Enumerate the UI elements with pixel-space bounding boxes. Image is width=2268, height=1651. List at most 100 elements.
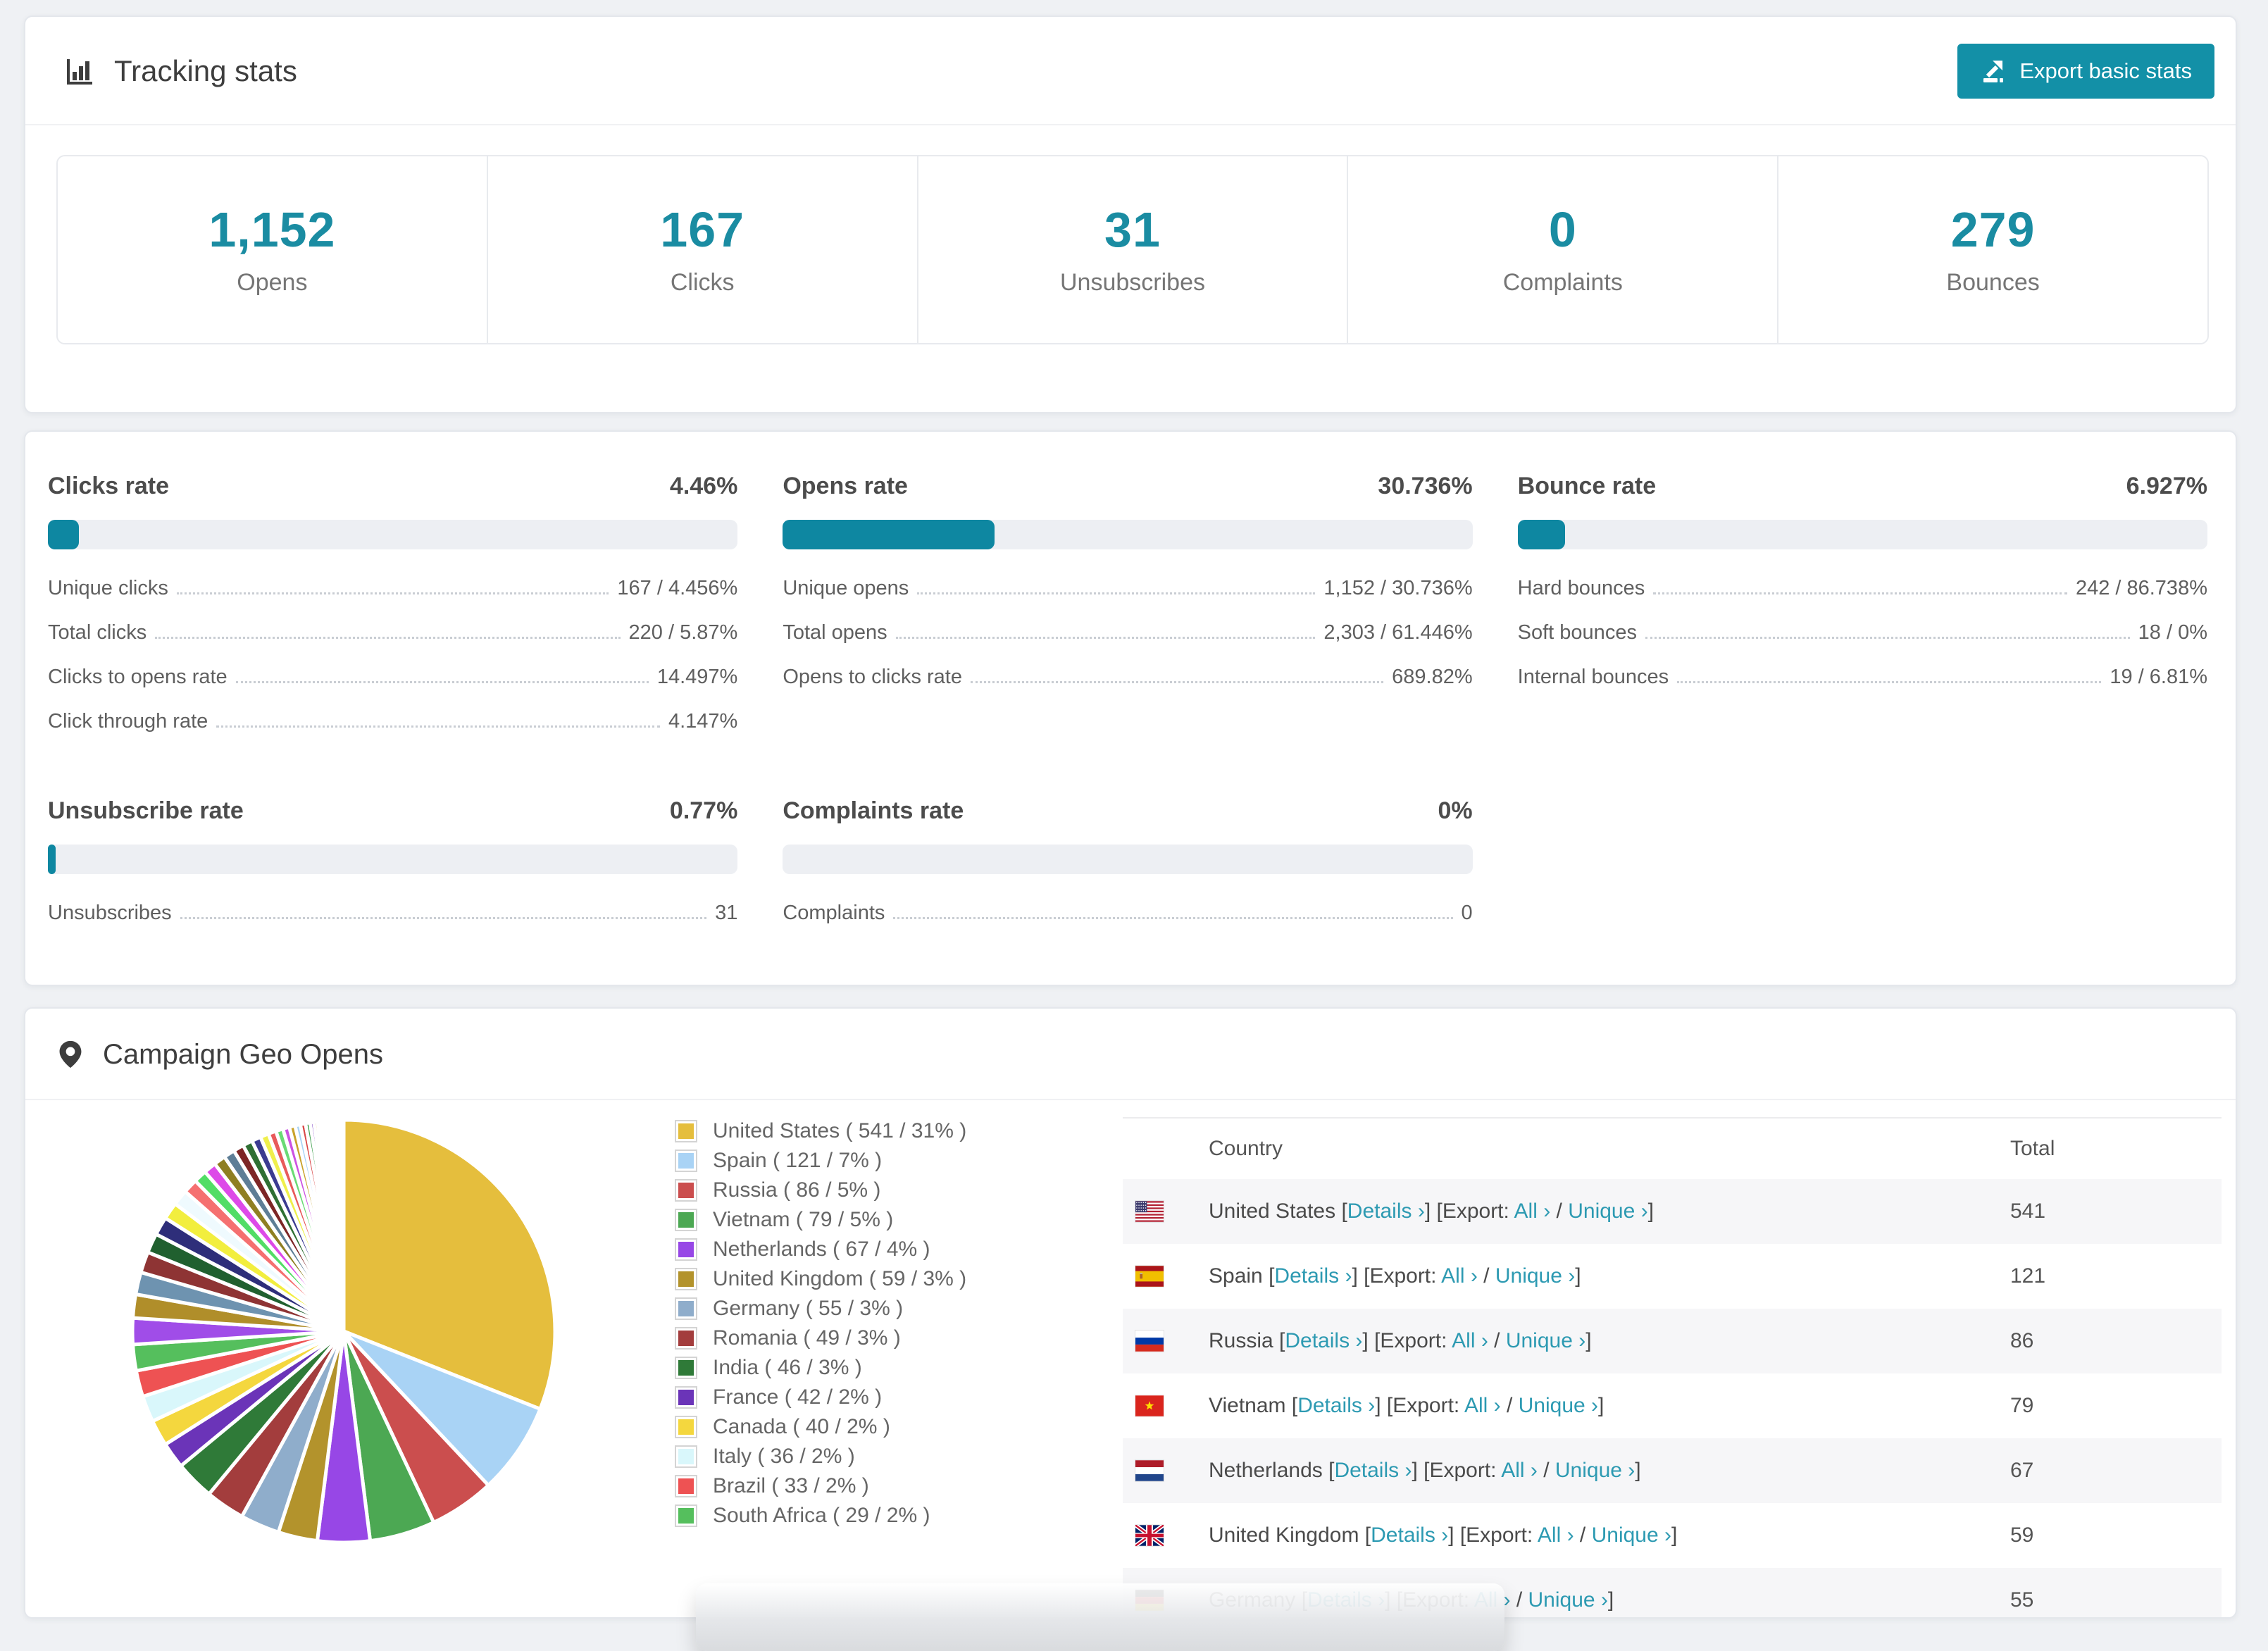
stat-value: 279 bbox=[1950, 202, 2036, 257]
rate-detail-rows: Unique clicks 167 / 4.456% Total clicks 220… bbox=[48, 566, 737, 744]
legend-item: Brazil ( 33 / 2% ) bbox=[675, 1471, 1097, 1501]
rate-detail-row: Opens to clicks rate 689.82% bbox=[783, 666, 1473, 688]
geo-section-header: Campaign Geo Opens bbox=[25, 1009, 2236, 1100]
details-link[interactable]: Details › bbox=[1334, 1459, 1412, 1482]
legend-swatch-icon bbox=[675, 1268, 697, 1290]
details-link[interactable]: Details › bbox=[1285, 1329, 1362, 1352]
export-unique-link[interactable]: Unique › bbox=[1495, 1264, 1575, 1288]
legend-item: Italy ( 36 / 2% ) bbox=[675, 1442, 1097, 1471]
legend-label: United Kingdom ( 59 / 3% ) bbox=[713, 1267, 967, 1290]
legend-label: South Africa ( 29 / 2% ) bbox=[713, 1504, 930, 1527]
export-unique-link[interactable]: Unique › bbox=[1519, 1394, 1598, 1417]
geo-total-value: 59 bbox=[2010, 1524, 2034, 1547]
export-basic-stats-button[interactable]: Export basic stats bbox=[1957, 44, 2214, 99]
rate-detail-row: Click through rate 4.147% bbox=[48, 710, 738, 733]
tracking-stats-card: Tracking stats Export basic stats 1,152 O… bbox=[24, 15, 2237, 413]
export-all-link[interactable]: All › bbox=[1514, 1200, 1551, 1223]
legend-item: South Africa ( 29 / 2% ) bbox=[675, 1501, 1097, 1531]
stat-label: Bounces bbox=[1946, 269, 2040, 296]
stat-value: 0 bbox=[1548, 202, 1577, 257]
legend-label: Russia ( 86 / 5% ) bbox=[713, 1178, 881, 1202]
export-all-link[interactable]: All › bbox=[1501, 1459, 1538, 1482]
geo-table: Country Total United States [Details ›] … bbox=[1123, 1117, 2222, 1617]
dotted-leader bbox=[970, 681, 1384, 683]
legend-label: Netherlands ( 67 / 4% ) bbox=[713, 1238, 930, 1261]
legend-swatch-icon bbox=[675, 1238, 697, 1261]
dotted-leader bbox=[180, 917, 707, 919]
rate-detail-rows: Unsubscribes 31 bbox=[48, 891, 737, 935]
pie-slice[interactable] bbox=[341, 1118, 346, 1333]
geo-opens-card: Campaign Geo Opens United States ( 541 /… bbox=[24, 1007, 2237, 1619]
rate-value: 4.46% bbox=[669, 473, 738, 499]
legend-swatch-icon bbox=[675, 1445, 697, 1468]
details-link[interactable]: Details › bbox=[1297, 1394, 1375, 1417]
legend-item: Vietnam ( 79 / 5% ) bbox=[675, 1205, 1097, 1235]
legend-item: France ( 42 / 2% ) bbox=[675, 1383, 1097, 1412]
rate-detail-row: Total opens 2,303 / 61.446% bbox=[783, 621, 1473, 644]
geo-pie-chart[interactable] bbox=[118, 1106, 569, 1557]
rate-detail-rows: Complaints 0 bbox=[783, 891, 1472, 935]
country-cell: Vietnam [Details ›] [Export: All › / Uni… bbox=[1209, 1394, 1605, 1417]
legend-item: India ( 46 / 3% ) bbox=[675, 1353, 1097, 1383]
summary-stats-row: 1,152 Opens 167 Clicks 31 Unsubscribes 0 Compla… bbox=[56, 155, 2209, 344]
export-all-link[interactable]: All › bbox=[1452, 1329, 1488, 1352]
rates-card: Clicks rate 4.46% Unique clicks 167 / 4.4… bbox=[24, 430, 2237, 986]
details-link[interactable]: Details › bbox=[1347, 1200, 1425, 1223]
dotted-leader bbox=[155, 637, 621, 639]
details-link[interactable]: Details › bbox=[1371, 1524, 1448, 1547]
legend-swatch-icon bbox=[675, 1209, 697, 1231]
rate-detail-row: Soft bounces 18 / 0% bbox=[1517, 621, 2207, 644]
export-all-link[interactable]: All › bbox=[1441, 1264, 1478, 1288]
rate-block-unsubscribe: Unsubscribe rate 0.77% Unsubscribes 31 bbox=[48, 797, 738, 935]
rate-title: Unsubscribe rate bbox=[48, 797, 244, 824]
dotted-leader bbox=[176, 592, 609, 594]
export-unique-link[interactable]: Unique › bbox=[1568, 1200, 1647, 1223]
stat-value: 1,152 bbox=[208, 202, 336, 257]
page-title-label: Tracking stats bbox=[114, 54, 297, 87]
export-unique-link[interactable]: Unique › bbox=[1555, 1459, 1635, 1482]
progress-bar-fill bbox=[1517, 520, 1566, 549]
geo-total-value: 541 bbox=[2010, 1200, 2046, 1223]
geo-legend: United States ( 541 / 31% ) Spain ( 121 /… bbox=[675, 1116, 1097, 1531]
geo-section-title: Campaign Geo Opens bbox=[103, 1038, 384, 1070]
details-link[interactable]: Details › bbox=[1274, 1264, 1352, 1288]
export-unique-link[interactable]: Unique › bbox=[1592, 1524, 1671, 1547]
legend-label: Vietnam ( 79 / 5% ) bbox=[713, 1208, 894, 1231]
dotted-leader bbox=[893, 917, 1453, 919]
summary-stat: 31 Unsubscribes bbox=[916, 156, 1347, 343]
geo-total-value: 86 bbox=[2010, 1329, 2034, 1352]
rate-block-opens: Opens rate 30.736% Unique opens 1,152 / 3… bbox=[783, 473, 1473, 744]
export-unique-link[interactable]: Unique › bbox=[1506, 1329, 1585, 1352]
rate-title: Complaints rate bbox=[783, 797, 964, 824]
export-all-link[interactable]: All › bbox=[1464, 1394, 1501, 1417]
country-cell: Netherlands [Details ›] [Export: All › /… bbox=[1209, 1459, 1641, 1482]
legend-swatch-icon bbox=[675, 1475, 697, 1497]
map-pin-icon bbox=[59, 1040, 82, 1069]
rates-grid: Clicks rate 4.46% Unique clicks 167 / 4.4… bbox=[25, 432, 2236, 985]
country-cell: Russia [Details ›] [Export: All › / Uniq… bbox=[1209, 1329, 1592, 1352]
summary-stat: 167 Clicks bbox=[486, 156, 917, 343]
rate-detail-row: Total clicks 220 / 5.87% bbox=[48, 621, 738, 644]
dotted-leader bbox=[1645, 637, 2130, 639]
dotted-leader bbox=[235, 681, 649, 683]
legend-item: United States ( 541 / 31% ) bbox=[675, 1116, 1097, 1146]
export-all-link[interactable]: All › bbox=[1538, 1524, 1574, 1547]
legend-swatch-icon bbox=[675, 1120, 697, 1142]
geo-total-value: 121 bbox=[2010, 1264, 2046, 1288]
rate-value: 0.77% bbox=[669, 797, 738, 824]
legend-label: France ( 42 / 2% ) bbox=[713, 1385, 883, 1409]
rate-detail-row: Internal bounces 19 / 6.81% bbox=[1517, 666, 2207, 688]
dotted-leader bbox=[1653, 592, 2067, 594]
legend-swatch-icon bbox=[675, 1297, 697, 1320]
rate-detail-rows: Unique opens 1,152 / 30.736% Total opens 2,… bbox=[783, 566, 1472, 699]
export-icon bbox=[1983, 61, 2004, 82]
export-unique-link[interactable]: Unique › bbox=[1528, 1588, 1608, 1612]
geo-table-row: Vietnam [Details ›] [Export: All › / Uni… bbox=[1123, 1373, 2222, 1438]
legend-item: Spain ( 121 / 7% ) bbox=[675, 1146, 1097, 1176]
rate-detail-row: Complaints 0 bbox=[783, 902, 1473, 924]
progress-bar bbox=[783, 845, 1473, 874]
geo-table-row: Spain [Details ›] [Export: All › / Uniqu… bbox=[1123, 1244, 2222, 1309]
legend-swatch-icon bbox=[675, 1327, 697, 1350]
rate-detail-rows: Hard bounces 242 / 86.738% Soft bounces 18 … bbox=[1518, 566, 2207, 699]
country-cell: Spain [Details ›] [Export: All › / Uniqu… bbox=[1209, 1264, 1581, 1288]
